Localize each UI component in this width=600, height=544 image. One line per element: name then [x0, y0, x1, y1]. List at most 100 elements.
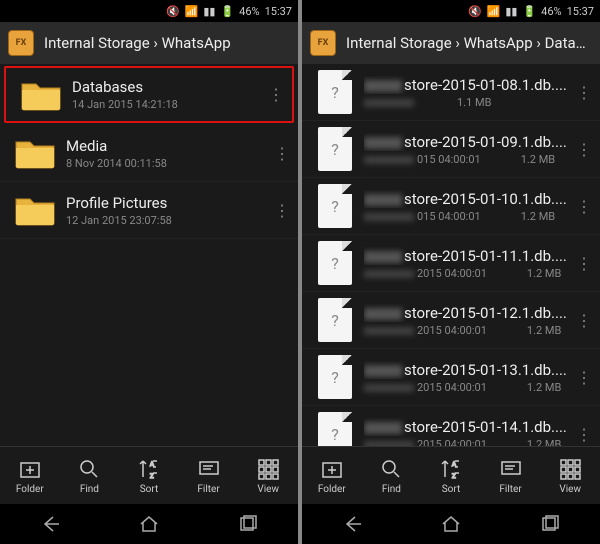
file-list: ?store-2015-01-08.1.db....1.1 MB⋮?store-…: [302, 64, 600, 446]
item-meta: store-2015-01-08.1.db....1.1 MB: [364, 76, 572, 109]
item-meta: Media 8 Nov 2014 00:11:58: [66, 137, 270, 170]
list-item[interactable]: Media 8 Nov 2014 00:11:58⋮: [0, 125, 298, 182]
more-icon[interactable]: ⋮: [270, 144, 294, 163]
item-name: store-2015-01-12.1.db....: [364, 304, 572, 322]
list-item[interactable]: ? store-2015-01-08.1.db....1.1 MB⋮: [302, 64, 600, 121]
toolbar-label: Sort: [140, 484, 159, 495]
file-icon: ?: [318, 355, 352, 399]
list-item[interactable]: ? store-2015-01-09.1.db....015 04:00:011.…: [302, 121, 600, 178]
sort-button[interactable]: AZSort: [426, 457, 476, 495]
list-item[interactable]: ? store-2015-01-10.1.db....015 04:00:011.…: [302, 178, 600, 235]
mute-icon: 🔇: [468, 5, 482, 18]
app-header: FX Internal Storage › WhatsApp › Databas…: [302, 22, 600, 64]
recent-icon[interactable]: [237, 513, 259, 535]
file-icon: ?: [318, 70, 352, 114]
more-icon[interactable]: ⋮: [572, 254, 596, 273]
item-name: store-2015-01-09.1.db....: [364, 133, 572, 151]
clock-text: 15:37: [567, 5, 594, 18]
item-sub: 14 Jan 2015 14:21:18: [72, 98, 264, 111]
list-item[interactable]: ? store-2015-01-12.1.db.... 2015 04:00:011…: [302, 292, 600, 349]
view-button[interactable]: View: [243, 457, 293, 495]
battery-icon: 🔋: [522, 5, 536, 18]
android-navbar: [302, 504, 600, 544]
item-sub: 2015 04:00:011.2 MB: [364, 381, 572, 394]
wifi-icon: 📶: [487, 5, 501, 18]
more-icon[interactable]: ⋮: [572, 368, 596, 387]
recent-icon[interactable]: [539, 513, 561, 535]
svg-text:A: A: [150, 461, 154, 468]
item-sub: 8 Nov 2014 00:11:58: [66, 157, 270, 170]
more-icon[interactable]: ⋮: [572, 83, 596, 102]
find-button[interactable]: Find: [64, 457, 114, 495]
filter-button[interactable]: Filter: [486, 457, 536, 495]
item-name: Profile Pictures: [66, 194, 270, 212]
app-icon[interactable]: FX: [8, 30, 34, 56]
sort-button[interactable]: AZ Sort: [124, 457, 174, 495]
breadcrumb[interactable]: Internal Storage › WhatsApp › Databases: [346, 34, 592, 52]
item-meta: store-2015-01-09.1.db....015 04:00:011.2…: [364, 133, 572, 166]
svg-text:Z: Z: [150, 473, 154, 480]
app-icon[interactable]: FX: [310, 30, 336, 56]
item-sub: 2015 04:00:011.2 MB: [364, 438, 572, 447]
item-meta: store-2015-01-13.1.db.... 2015 04:00:011.…: [364, 361, 572, 394]
file-icon: ?: [318, 127, 352, 171]
bottom-toolbar: Folder Find AZSort Filter View: [302, 446, 600, 504]
item-sub: 2015 04:00:011.2 MB: [364, 267, 572, 280]
list-item[interactable]: Profile Pictures 12 Jan 2015 23:07:58⋮: [0, 182, 298, 239]
status-bar: 🔇 📶 ▮▮ 🔋 46% 15:37: [302, 0, 600, 22]
signal-icon: ▮▮: [505, 5, 517, 18]
list-item[interactable]: Databases 14 Jan 2015 14:21:18⋮: [4, 66, 294, 123]
toolbar-label: Filter: [499, 484, 521, 495]
toolbar-label: View: [559, 484, 581, 495]
home-icon[interactable]: [138, 513, 160, 535]
back-icon[interactable]: [39, 513, 61, 535]
wifi-icon: 📶: [185, 5, 199, 18]
item-name: Media: [66, 137, 270, 155]
list-item[interactable]: ? store-2015-01-11.1.db....2015 04:00:011…: [302, 235, 600, 292]
view-button[interactable]: View: [545, 457, 595, 495]
back-icon[interactable]: [341, 513, 363, 535]
toolbar-label: Find: [382, 484, 401, 495]
item-meta: Profile Pictures 12 Jan 2015 23:07:58: [66, 194, 270, 227]
list-item[interactable]: ?store-2015-01-14.1.db....2015 04:00:011…: [302, 406, 600, 446]
android-navbar: [0, 504, 298, 544]
phone-right: 🔇 📶 ▮▮ 🔋 46% 15:37 FX Internal Storage ›…: [302, 0, 600, 544]
find-button[interactable]: Find: [366, 457, 416, 495]
folder-icon: [14, 136, 56, 170]
more-icon[interactable]: ⋮: [572, 197, 596, 216]
toolbar-label: Folder: [16, 484, 44, 495]
svg-text:Z: Z: [452, 473, 456, 480]
item-meta: store-2015-01-11.1.db....2015 04:00:011.…: [364, 247, 572, 280]
more-icon[interactable]: ⋮: [264, 85, 288, 104]
file-icon: ?: [318, 241, 352, 285]
item-meta: store-2015-01-14.1.db....2015 04:00:011.…: [364, 418, 572, 447]
more-icon[interactable]: ⋮: [572, 425, 596, 444]
folder-button[interactable]: Folder: [5, 457, 55, 495]
item-name: store-2015-01-13.1.db....: [364, 361, 572, 379]
toolbar-label: Filter: [197, 484, 219, 495]
item-name: store-2015-01-10.1.db....: [364, 190, 572, 208]
battery-text: 46%: [239, 5, 259, 18]
item-meta: Databases 14 Jan 2015 14:21:18: [72, 78, 264, 111]
folder-button[interactable]: Folder: [307, 457, 357, 495]
item-meta: store-2015-01-10.1.db....015 04:00:011.2…: [364, 190, 572, 223]
more-icon[interactable]: ⋮: [572, 140, 596, 159]
breadcrumb[interactable]: Internal Storage › WhatsApp: [44, 34, 290, 52]
file-icon: ?: [318, 184, 352, 228]
home-icon[interactable]: [440, 513, 462, 535]
battery-text: 46%: [541, 5, 561, 18]
more-icon[interactable]: ⋮: [270, 201, 294, 220]
item-name: Databases: [72, 78, 264, 96]
file-icon: ?: [318, 298, 352, 342]
battery-icon: 🔋: [220, 5, 234, 18]
item-sub: 1.1 MB: [364, 96, 572, 109]
filter-button[interactable]: Filter: [184, 457, 234, 495]
mute-icon: 🔇: [166, 5, 180, 18]
clock-text: 15:37: [265, 5, 292, 18]
item-sub: 12 Jan 2015 23:07:58: [66, 214, 270, 227]
item-sub: 2015 04:00:011.2 MB: [364, 324, 572, 337]
folder-icon: [20, 78, 62, 112]
more-icon[interactable]: ⋮: [572, 311, 596, 330]
list-item[interactable]: ? store-2015-01-13.1.db.... 2015 04:00:011…: [302, 349, 600, 406]
toolbar-label: Find: [80, 484, 99, 495]
